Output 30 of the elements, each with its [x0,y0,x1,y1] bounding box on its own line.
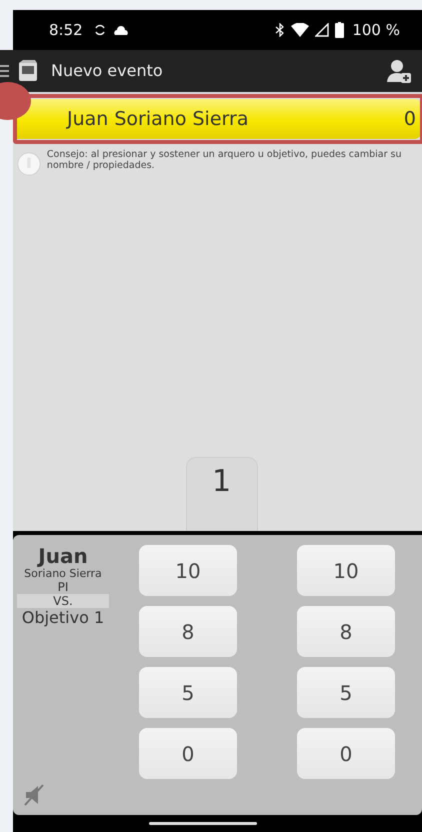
sync-icon [92,22,107,37]
end-tab[interactable]: 1 [186,457,258,532]
screen-title: Nuevo evento [51,61,163,80]
score-button[interactable]: 0 [139,728,237,780]
target-name: Objetivo 1 [22,608,104,628]
score-button[interactable]: 10 [297,545,395,596]
archer-last-name: Soriano Sierra [24,567,102,580]
score-button[interactable]: 5 [139,667,237,718]
add-person-icon[interactable] [386,58,412,83]
wifi-icon [291,22,310,37]
archer-name: Juan Soriano Sierra [67,108,248,130]
signal-icon [315,22,330,37]
score-button[interactable]: 8 [139,606,237,658]
score-button[interactable]: 5 [297,667,395,718]
target-stand-icon[interactable] [17,58,39,83]
tip-text: Consejo: al presionar y sostener un arquero u objetivo, puedes cambiar su nombre / propiedades. [46,148,402,172]
battery-icon [335,22,344,38]
versus-label: VS. [17,594,109,608]
score-button[interactable]: 10 [139,545,237,596]
clock: 8:52 [49,20,83,39]
menu-icon[interactable] [0,64,9,78]
score-button[interactable]: 0 [297,728,395,780]
score-button[interactable]: 8 [297,606,395,658]
archer-class: PI [58,580,68,594]
archer-score: 0 [404,108,416,130]
home-indicator[interactable] [148,822,256,826]
bluetooth-icon [275,22,286,37]
battery-level: 100 % [352,20,400,39]
cloud-icon [112,24,129,35]
archer-first-name: Juan [38,545,88,568]
